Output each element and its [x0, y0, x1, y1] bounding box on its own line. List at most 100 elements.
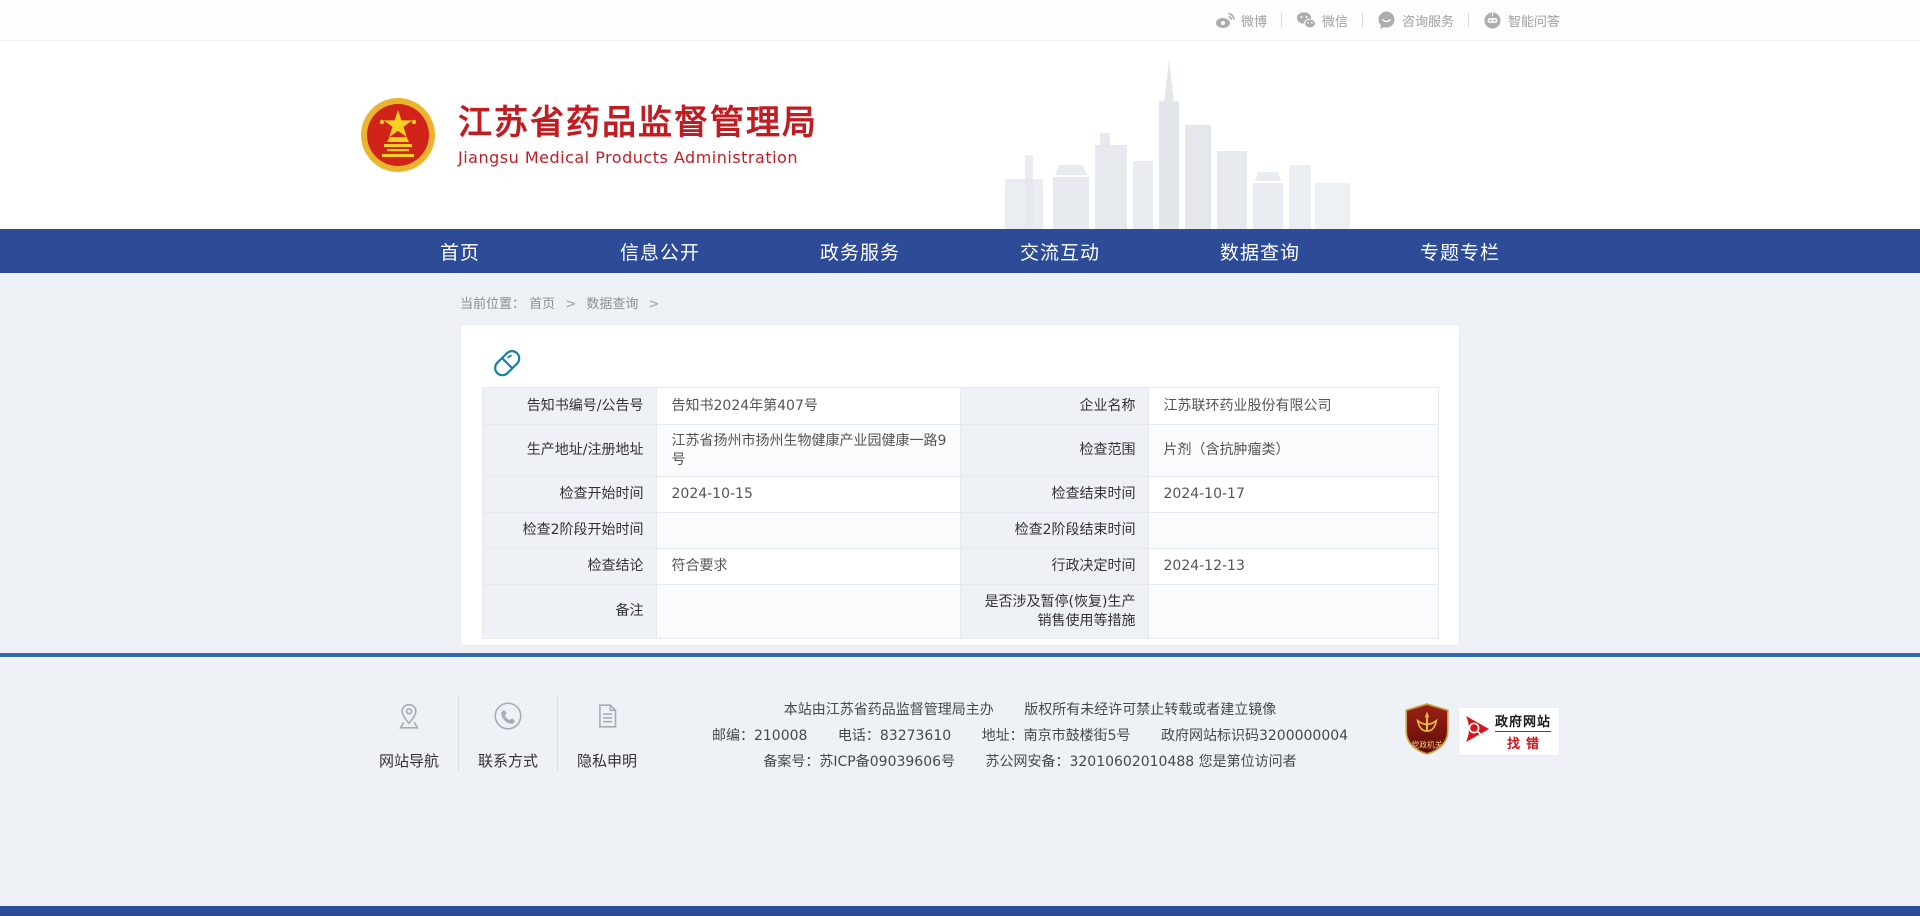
party-gov-shield-badge[interactable]: 党政机关 [1404, 703, 1450, 759]
field-value: 江苏省扬州市扬州生物健康产业园健康一路9号 [656, 425, 960, 477]
footer-link-label: 联系方式 [478, 750, 538, 771]
divider [1468, 13, 1469, 27]
smart-qa-label: 智能问答 [1508, 11, 1560, 30]
field-label: 生产地址/注册地址 [482, 425, 656, 477]
footer-copyright-text: 版权所有未经许可禁止转载或者建立镜像 [1024, 702, 1276, 718]
divider [1281, 13, 1282, 27]
field-label: 备注 [482, 585, 656, 639]
footer-icp-number: 备案号：苏ICP备09039606号 [763, 754, 955, 770]
breadcrumb: 当前位置： 首页 > 数据查询 > [460, 273, 1460, 312]
footer-line-1: 本站由江苏省药品监督管理局主办 版权所有未经许可禁止转载或者建立镜像 [656, 697, 1404, 723]
field-label: 告知书编号/公告号 [482, 388, 656, 425]
footer-link-privacy[interactable]: 隐私申明 [557, 695, 656, 771]
breadcrumb-prefix: 当前位置： [460, 297, 525, 312]
map-pin-icon [392, 699, 426, 737]
footer-postcode: 邮编：210008 [712, 728, 807, 744]
wechat-link[interactable]: 微信 [1296, 11, 1348, 30]
nav-item-interaction[interactable]: 交流互动 [960, 229, 1160, 273]
wechat-icon [1296, 11, 1316, 29]
bottom-strip [0, 906, 1920, 916]
breadcrumb-bar: 当前位置： 首页 > 数据查询 > [0, 273, 1920, 324]
weibo-icon [1215, 11, 1235, 29]
field-value: 2024-10-17 [1148, 477, 1438, 513]
brand-text: 江苏省药品监督管理局 Jiangsu Medical Products Admi… [458, 103, 818, 167]
table-row: 备注 是否涉及暂停(恢复)生产销售使用等措施 [482, 585, 1438, 639]
field-value: 2024-12-13 [1148, 549, 1438, 585]
footer-link-label: 隐私申明 [577, 750, 637, 771]
wechat-label: 微信 [1322, 11, 1348, 30]
divider [1362, 13, 1363, 27]
site-footer: 网站导航 联系方式 [0, 653, 1920, 903]
main-nav: 首页 信息公开 政务服务 交流互动 数据查询 专题专栏 [0, 229, 1920, 273]
document-icon [590, 699, 624, 737]
smart-qa-link[interactable]: 智能问答 [1483, 11, 1560, 30]
breadcrumb-link-data-query[interactable]: 数据查询 [586, 297, 638, 312]
chat-bubble-icon [1377, 11, 1396, 29]
national-emblem-logo [360, 97, 436, 173]
magnifier-flag-icon [1463, 714, 1491, 748]
gov-site-error-report-badge[interactable]: 政府网站 找错 [1458, 707, 1560, 756]
breadcrumb-separator: > [565, 297, 576, 312]
footer-address: 地址：南京市鼓楼街5号 [982, 728, 1131, 744]
field-value: 告知书2024年第407号 [656, 388, 960, 425]
field-label: 检查范围 [960, 425, 1148, 477]
field-label: 检查结束时间 [960, 477, 1148, 513]
field-value: 江苏联环药业股份有限公司 [1148, 388, 1438, 425]
footer-line-2: 邮编：210008 电话：83273610 地址：南京市鼓楼街5号 政府网站标识… [656, 723, 1404, 749]
footer-security-number: 苏公网安备：32010602010488 您是第位访问者 [985, 754, 1296, 770]
footer-site-id: 政府网站标识码3200000004 [1161, 728, 1348, 744]
footer-link-site-map[interactable]: 网站导航 [360, 695, 458, 771]
field-value [656, 585, 960, 639]
weibo-link[interactable]: 微博 [1215, 11, 1267, 30]
footer-links: 网站导航 联系方式 [360, 695, 656, 771]
field-value [656, 513, 960, 549]
footer-line-3: 备案号：苏ICP备09039606号 苏公网安备：32010602010488 … [656, 749, 1404, 775]
field-label: 检查2阶段开始时间 [482, 513, 656, 549]
field-value: 片剂（含抗肿瘤类） [1148, 425, 1438, 477]
field-label: 检查2阶段结束时间 [960, 513, 1148, 549]
site-subtitle: Jiangsu Medical Products Administration [458, 148, 818, 167]
consult-service-link[interactable]: 咨询服务 [1377, 11, 1454, 30]
site-title: 江苏省药品监督管理局 [458, 103, 818, 144]
field-value: 符合要求 [656, 549, 960, 585]
footer-text: 本站由江苏省药品监督管理局主办 版权所有未经许可禁止转载或者建立镜像 邮编：21… [656, 695, 1404, 775]
field-label: 企业名称 [960, 388, 1148, 425]
table-row: 检查结论 符合要求 行政决定时间 2024-12-13 [482, 549, 1438, 585]
site-header: 江苏省药品监督管理局 Jiangsu Medical Products Admi… [0, 41, 1920, 229]
phone-icon [491, 699, 525, 737]
field-value [1148, 585, 1438, 639]
table-row: 检查开始时间 2024-10-15 检查结束时间 2024-10-17 [482, 477, 1438, 513]
footer-badges: 党政机关 政府网站 找错 [1404, 695, 1560, 759]
robot-icon [1483, 11, 1502, 29]
error-report-badge-text: 政府网站 找错 [1495, 711, 1551, 752]
shield-badge-label: 党政机关 [1411, 740, 1442, 750]
field-value [1148, 513, 1438, 549]
nav-item-home[interactable]: 首页 [360, 229, 560, 273]
field-label: 检查结论 [482, 549, 656, 585]
weibo-label: 微博 [1241, 11, 1267, 30]
footer-host-text: 本站由江苏省药品监督管理局主办 [784, 702, 994, 718]
field-label: 是否涉及暂停(恢复)生产销售使用等措施 [960, 585, 1148, 639]
table-row: 告知书编号/公告号 告知书2024年第407号 企业名称 江苏联环药业股份有限公… [482, 388, 1438, 425]
table-row: 检查2阶段开始时间 检查2阶段结束时间 [482, 513, 1438, 549]
nav-item-special-topics[interactable]: 专题专栏 [1360, 229, 1560, 273]
city-skyline-art [1005, 57, 1350, 229]
footer-link-label: 网站导航 [379, 750, 439, 771]
error-report-badge-subtitle: 找错 [1501, 733, 1545, 752]
field-label: 检查开始时间 [482, 477, 656, 513]
footer-link-contact[interactable]: 联系方式 [458, 695, 557, 771]
breadcrumb-link-home[interactable]: 首页 [529, 297, 555, 312]
table-row: 生产地址/注册地址 江苏省扬州市扬州生物健康产业园健康一路9号 检查范围 片剂（… [482, 425, 1438, 477]
nav-item-data-query[interactable]: 数据查询 [1160, 229, 1360, 273]
consult-service-label: 咨询服务 [1402, 11, 1454, 30]
nav-item-gov-services[interactable]: 政务服务 [760, 229, 960, 273]
error-report-badge-title: 政府网站 [1495, 711, 1551, 732]
field-label: 行政决定时间 [960, 549, 1148, 585]
footer-phone: 电话：83273610 [838, 728, 951, 744]
topbar: 微博 微信 咨询服务 [0, 0, 1920, 41]
inspection-detail-table: 告知书编号/公告号 告知书2024年第407号 企业名称 江苏联环药业股份有限公… [482, 387, 1439, 639]
inspection-detail-card: 告知书编号/公告号 告知书2024年第407号 企业名称 江苏联环药业股份有限公… [460, 324, 1460, 646]
nav-item-info-disclosure[interactable]: 信息公开 [560, 229, 760, 273]
pill-icon [487, 343, 527, 383]
site-logo-link[interactable]: 江苏省药品监督管理局 Jiangsu Medical Products Admi… [360, 97, 818, 173]
